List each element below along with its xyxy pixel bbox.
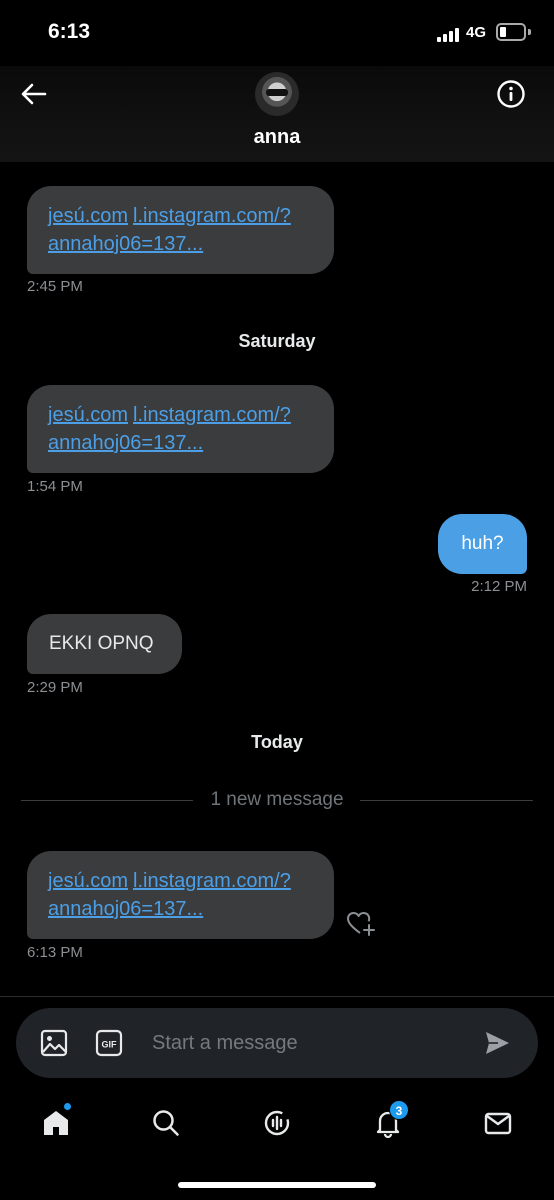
message-link[interactable]: annahoj06=137...: [48, 898, 203, 920]
search-icon: [153, 1110, 179, 1136]
spaces-icon: [264, 1110, 290, 1136]
new-message-divider: 1 new message: [21, 787, 533, 813]
info-button[interactable]: [496, 79, 526, 109]
contact-name[interactable]: anna: [0, 126, 554, 149]
message-link[interactable]: jesú.com: [48, 404, 128, 426]
sent-message-bubble[interactable]: huh?: [438, 514, 527, 574]
add-reaction-icon: [347, 912, 375, 936]
home-indicator[interactable]: [178, 1182, 376, 1188]
message-bubble[interactable]: EKKI OPNQ: [27, 614, 182, 674]
notifications-badge: 3: [389, 1100, 409, 1120]
message-timestamp: 2:29 PM: [27, 679, 83, 696]
message-timestamp: 6:13 PM: [27, 944, 83, 961]
send-icon: [486, 1032, 509, 1054]
send-button[interactable]: [483, 1029, 511, 1057]
day-separator: Today: [251, 732, 303, 752]
add-image-button[interactable]: [40, 1029, 68, 1057]
unread-dot: [63, 1102, 72, 1111]
message-timestamp: 2:45 PM: [27, 278, 83, 295]
signal-icon: [437, 26, 463, 42]
add-gif-button[interactable]: GIF: [95, 1029, 123, 1057]
message-link[interactable]: l.instagram.com/?: [133, 404, 291, 426]
battery-icon: [496, 23, 526, 41]
message-link[interactable]: annahoj06=137...: [48, 432, 203, 454]
status-bar: 6:13 4G: [0, 0, 554, 66]
gif-label: GIF: [102, 1040, 118, 1050]
message-bubble[interactable]: jesú.com l.instagram.com/? annahoj06=137..…: [27, 385, 334, 473]
tab-notifications[interactable]: 3: [367, 1100, 409, 1144]
tab-spaces[interactable]: [256, 1104, 296, 1144]
network-type: 4G: [466, 24, 487, 41]
avatar[interactable]: [255, 72, 299, 116]
conversation-header: anna: [0, 66, 554, 162]
message-composer: GIF: [16, 1008, 538, 1078]
home-icon: [44, 1111, 68, 1135]
tab-home[interactable]: [35, 1102, 75, 1144]
add-reaction-button[interactable]: [346, 910, 376, 938]
status-time: 6:13: [48, 20, 91, 43]
message-bubble[interactable]: jesú.com l.instagram.com/? annahoj06=137..…: [27, 186, 334, 274]
message-link[interactable]: l.instagram.com/?: [133, 205, 291, 227]
tab-messages[interactable]: [477, 1104, 517, 1144]
image-icon: [40, 1029, 68, 1057]
gif-icon: GIF: [95, 1029, 123, 1057]
info-icon: [497, 80, 525, 108]
back-arrow-icon: [21, 83, 47, 105]
message-link[interactable]: jesú.com: [48, 870, 128, 892]
day-separator: Saturday: [238, 331, 316, 351]
message-bubble[interactable]: jesú.com l.instagram.com/? annahoj06=137..…: [27, 851, 334, 939]
message-timestamp: 1:54 PM: [27, 478, 83, 495]
new-message-label: 1 new message: [210, 789, 344, 810]
message-link[interactable]: jesú.com: [48, 205, 128, 227]
message-link[interactable]: l.instagram.com/?: [133, 870, 291, 892]
tab-search[interactable]: [145, 1104, 185, 1144]
message-timestamp: 2:12 PM: [471, 578, 527, 595]
messages-icon: [484, 1112, 512, 1135]
message-input[interactable]: [152, 1008, 472, 1078]
message-link[interactable]: annahoj06=137...: [48, 233, 203, 255]
back-button[interactable]: [18, 78, 50, 110]
